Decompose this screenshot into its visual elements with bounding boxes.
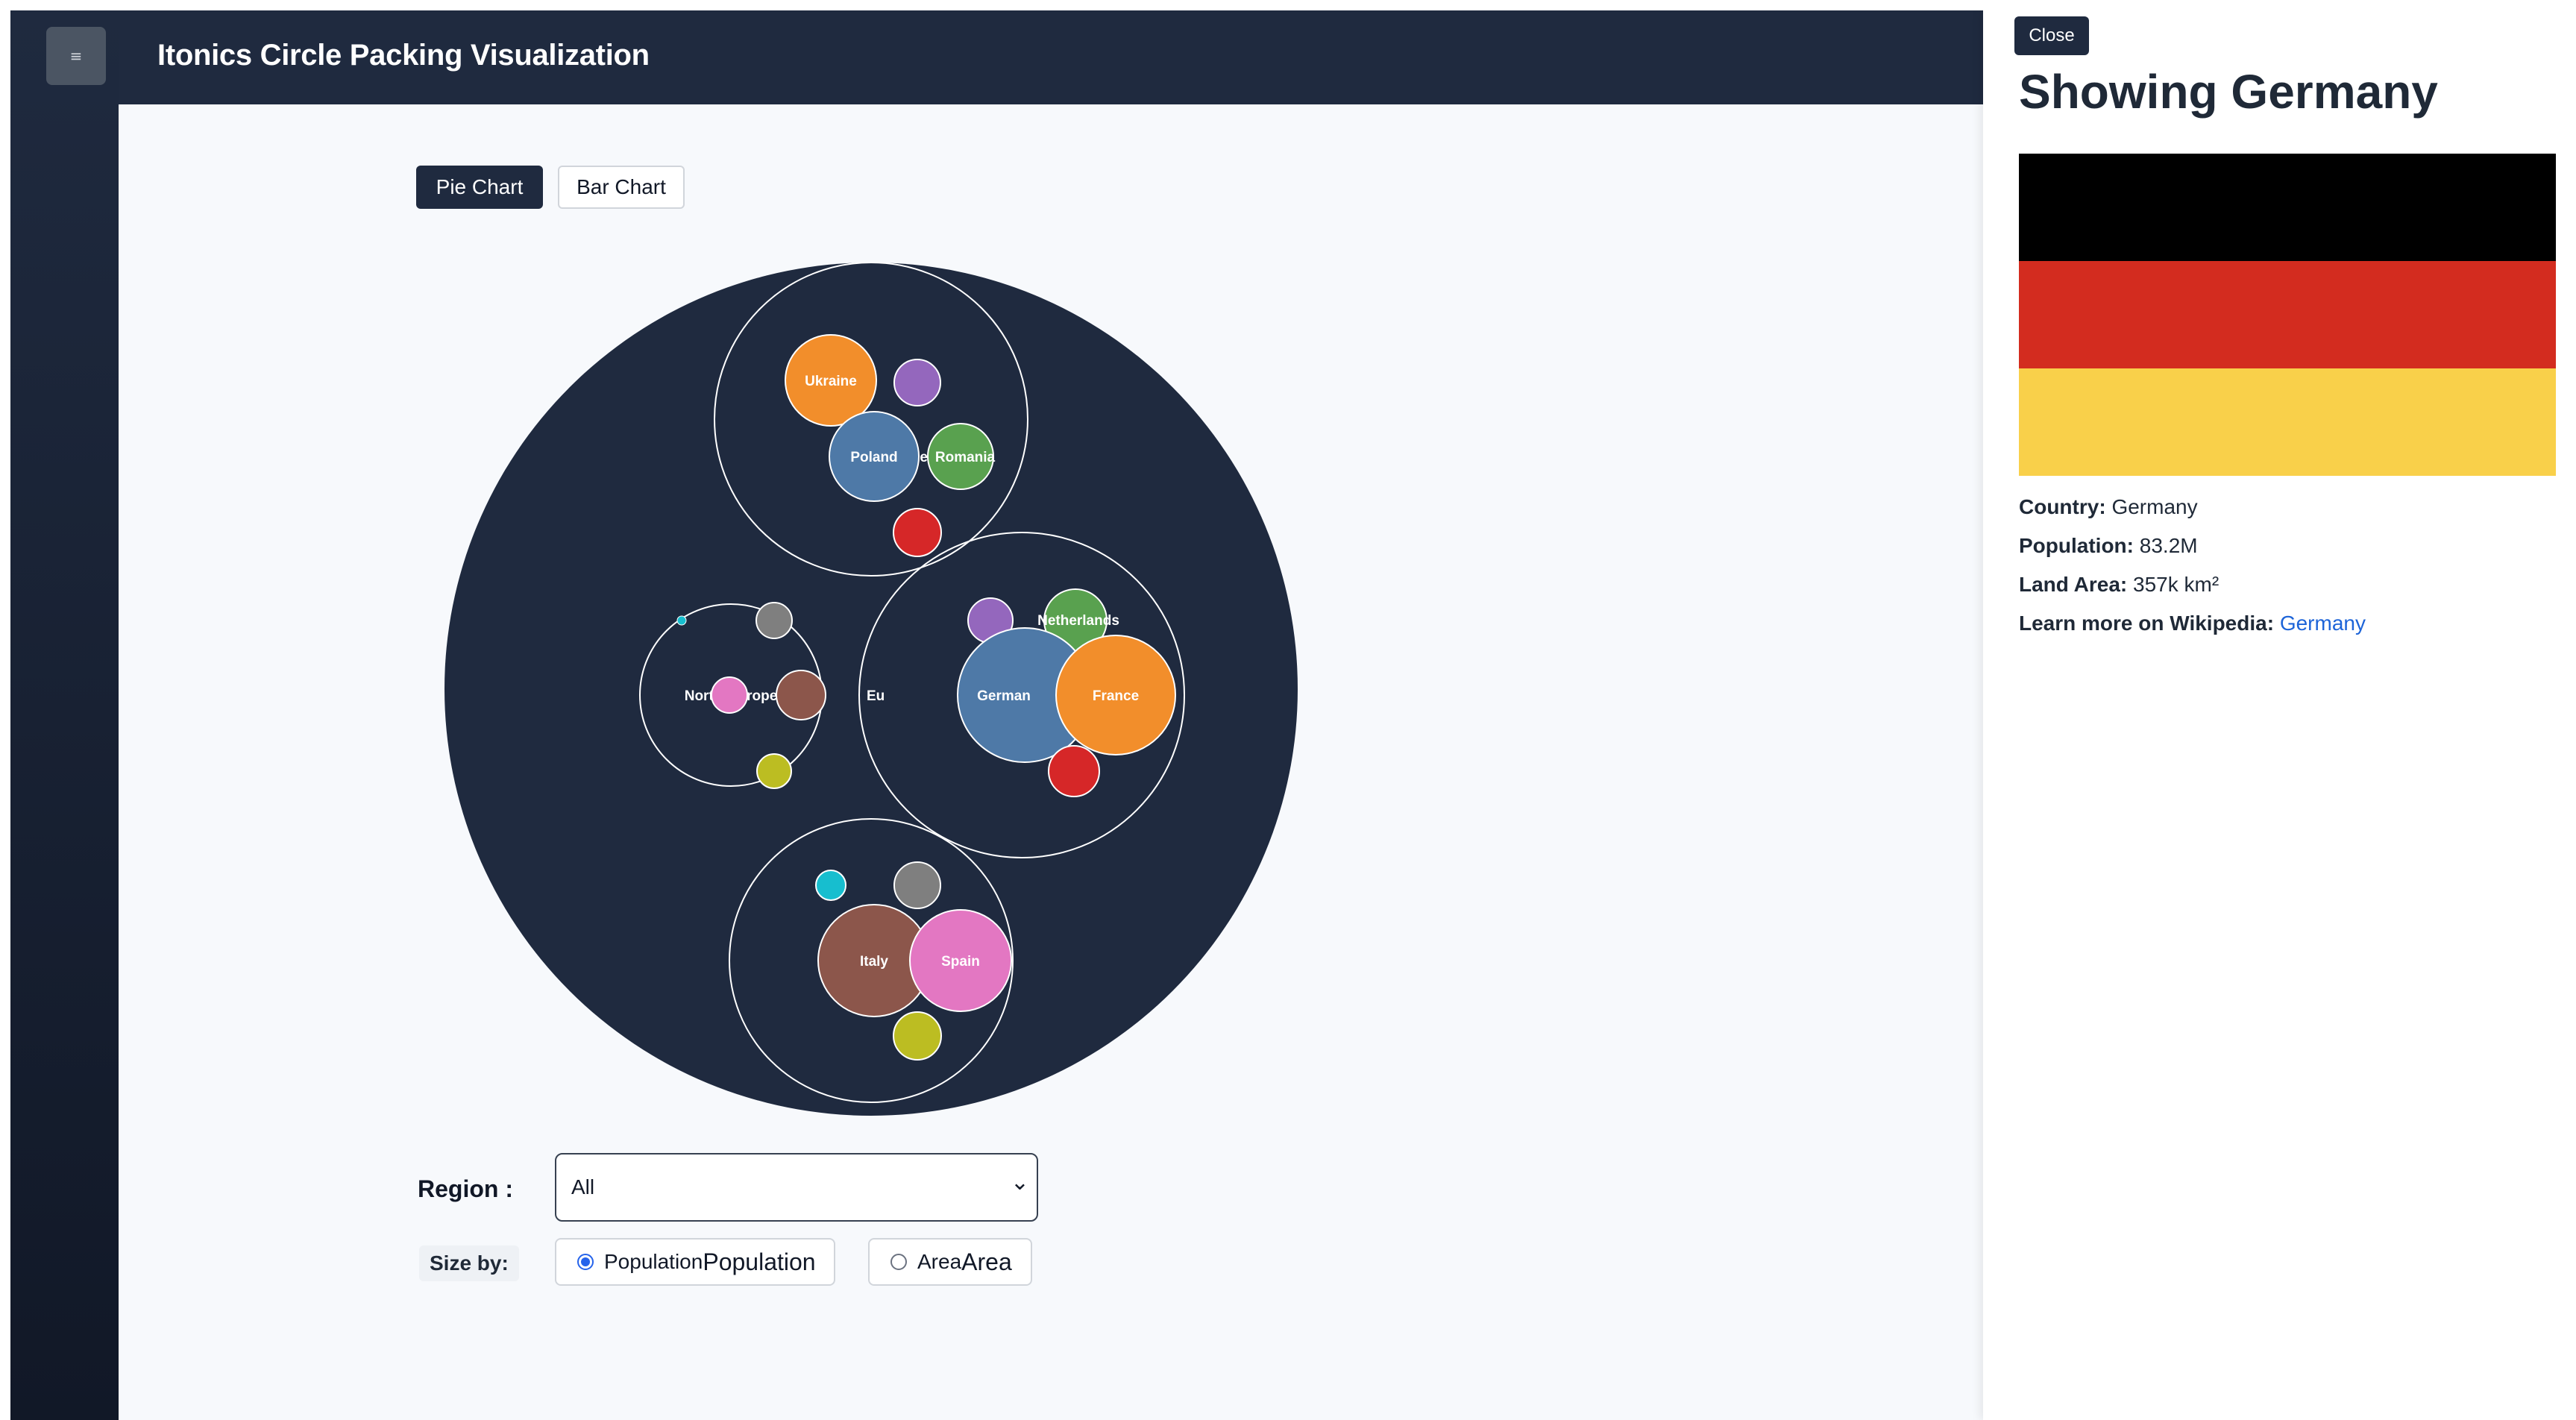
bubble-label-romania: Romania <box>935 450 996 465</box>
flag-stripe-2 <box>2019 261 2556 368</box>
bubble-label-poland: Poland <box>850 450 897 465</box>
size-by-area-option[interactable]: Area Area <box>868 1238 1032 1286</box>
bubble-label-spain: Spain <box>941 954 980 970</box>
region-select-value: All <box>571 1175 595 1198</box>
wikipedia-link[interactable]: Germany <box>2280 612 2366 635</box>
bubble-cyan-north[interactable] <box>676 615 687 626</box>
circle-packing-chart: E Ukraine Romania e Poland German France… <box>444 262 1298 1116</box>
area-radio[interactable] <box>890 1254 907 1270</box>
panel-title: Showing Germany <box>2019 65 2438 119</box>
flag-stripe-3 <box>2019 368 2556 476</box>
hamburger-icon: ≡ <box>69 47 83 65</box>
header-bar: Itonics Circle Packing Visualization <box>119 10 1983 104</box>
land-area-value: 357k km² <box>2133 573 2220 596</box>
tab-bar-chart[interactable]: Bar Chart <box>558 166 685 209</box>
sidebar <box>10 10 119 1420</box>
bubble-red-west[interactable] <box>1048 745 1100 797</box>
bubble-grey-north[interactable] <box>755 602 793 639</box>
area-radio-label-large: Area <box>961 1248 1012 1275</box>
country-detail-panel: Showing Germany Country: Germany Populat… <box>1983 10 2576 1420</box>
population-label: Population: <box>2019 534 2134 557</box>
app-frame: ≡ Itonics Circle Packing Visualization P… <box>10 10 2576 1420</box>
size-by-label: Size by: <box>419 1245 519 1281</box>
app-title: Itonics Circle Packing Visualization <box>157 39 650 72</box>
info-population: Population: 83.2M <box>2019 534 2198 558</box>
bubble-grey-south[interactable] <box>893 861 941 909</box>
bubble-label-netherlands: Netherlands <box>1037 613 1119 629</box>
bubble-purple-east[interactable] <box>893 359 941 406</box>
chevron-down-icon: ⌄ <box>1010 1169 1029 1196</box>
population-radio-label: Population <box>604 1250 703 1273</box>
tab-pie-chart[interactable]: Pie Chart <box>416 166 543 209</box>
area-radio-label: Area <box>917 1250 962 1273</box>
bubble-red-east[interactable] <box>893 508 942 557</box>
region-label: Region : <box>418 1175 513 1202</box>
population-radio[interactable] <box>577 1254 594 1270</box>
bubble-label-italy: Italy <box>860 954 888 970</box>
group-label-western-europe: Eu <box>867 688 885 704</box>
wikipedia-label: Learn more on Wikipedia: <box>2019 612 2275 635</box>
population-radio-label-large: Population <box>703 1248 816 1275</box>
bubble-label-france: France <box>1093 688 1139 704</box>
close-button[interactable]: Close <box>2014 16 2089 55</box>
bubble-brown-north[interactable] <box>776 670 826 720</box>
bubble-label-germany: German <box>977 688 1031 704</box>
bubble-cyan-south[interactable] <box>815 870 846 901</box>
info-land-area: Land Area: 357k km² <box>2019 573 2219 597</box>
bubble-label-ukraine: Ukraine <box>805 374 857 389</box>
bubble-olive-north[interactable] <box>756 753 792 789</box>
country-label: Country: <box>2019 495 2106 518</box>
population-value: 83.2M <box>2139 534 2198 557</box>
country-value: Germany <box>2111 495 2198 518</box>
size-by-population-option[interactable]: Population Population <box>555 1238 835 1286</box>
info-country: Country: Germany <box>2019 495 2198 519</box>
info-wikipedia: Learn more on Wikipedia: Germany <box>2019 612 2366 635</box>
region-select[interactable]: All ⌄ <box>555 1153 1038 1222</box>
menu-toggle-button[interactable]: ≡ <box>46 27 106 85</box>
flag-stripe-1 <box>2019 154 2556 261</box>
country-flag <box>2019 154 2556 476</box>
land-area-label: Land Area: <box>2019 573 2128 596</box>
bubble-olive-south[interactable] <box>893 1011 942 1061</box>
bubble-pink-north[interactable] <box>711 676 748 714</box>
bubble-label-romania-prefix: e <box>920 450 928 465</box>
